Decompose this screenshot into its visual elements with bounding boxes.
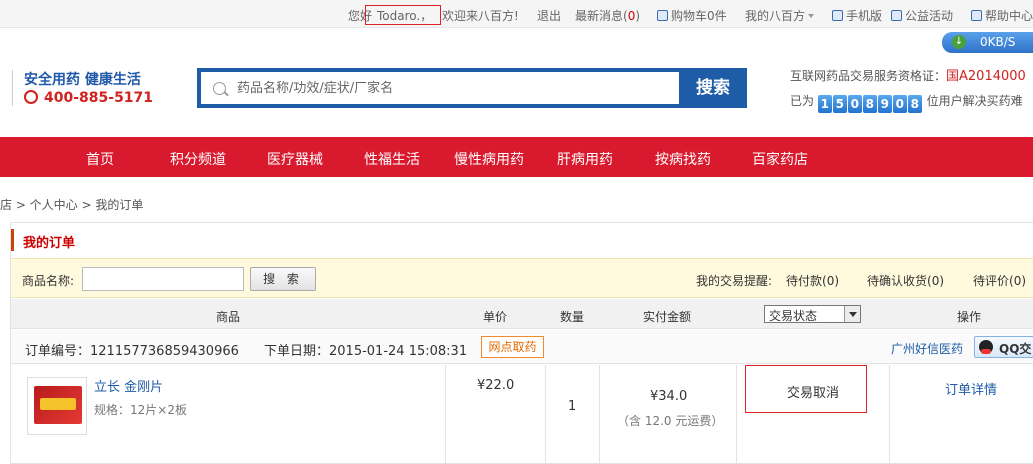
medicine-box-image bbox=[34, 386, 82, 424]
top-bar: 您好 Todaro.， 欢迎来八百方! 退出 最新消息(0) 购物车0件 我的八… bbox=[0, 0, 1033, 28]
hotline: 400-885-5171 bbox=[24, 90, 153, 106]
page-title: 我的订单 bbox=[23, 236, 76, 251]
welcome-text: 欢迎来八百方! bbox=[442, 9, 519, 23]
help-link[interactable]: 帮助中心 bbox=[971, 7, 1033, 24]
pickup-badge: 网点取药 bbox=[481, 336, 544, 358]
col-product: 商品 bbox=[216, 310, 241, 324]
col-unit-price: 单价 bbox=[483, 310, 508, 324]
reminder-label: 我的交易提醒: bbox=[696, 274, 773, 288]
my-account-menu[interactable]: 我的八百方 bbox=[745, 7, 815, 24]
charity-link[interactable]: 公益活动 bbox=[891, 7, 953, 24]
title-accent-bar bbox=[11, 229, 14, 251]
users-count-digit: 8 bbox=[907, 95, 922, 113]
users-count-digit: 8 bbox=[862, 95, 877, 113]
order-filter-bar: 商品名称: 搜 索 我的交易提醒: 待付款(0) 待确认收货(0) 待评价(0) bbox=[11, 258, 1033, 298]
username-highlight-box bbox=[365, 5, 441, 25]
shipping-note: （含 12.0 元运费） bbox=[617, 414, 724, 428]
pending-review-link[interactable]: 待评价(0) bbox=[973, 272, 1026, 289]
paid-amount: ¥34.0 bbox=[650, 389, 688, 404]
logout-link[interactable]: 退出 bbox=[537, 7, 561, 24]
pending-receipt-link[interactable]: 待确认收货(0) bbox=[867, 272, 944, 289]
users-counter: 已为 1508908 位用户解决买药难 bbox=[790, 94, 1023, 113]
network-speed-widget[interactable]: ↓ 0KB/S bbox=[942, 32, 1033, 53]
charity-icon bbox=[891, 10, 902, 21]
header-divider bbox=[12, 70, 13, 106]
order-date: 下单日期：2015-01-24 15:08:31 bbox=[264, 344, 468, 359]
users-count-digits: 1508908 bbox=[817, 95, 923, 113]
filter-search-button[interactable]: 搜 索 bbox=[250, 267, 316, 291]
qq-penguin-icon bbox=[979, 340, 993, 354]
nav-sexual-health[interactable]: 性福生活 bbox=[364, 149, 420, 169]
qq-chat-button[interactable]: QQ交 bbox=[974, 336, 1033, 358]
phone-icon bbox=[832, 10, 843, 21]
col-actions: 操作 bbox=[957, 310, 982, 324]
pending-payment-link[interactable]: 待付款(0) bbox=[786, 272, 839, 289]
nav-liver-disease[interactable]: 肝病用药 bbox=[557, 149, 613, 169]
col-paid: 实付金额 bbox=[643, 310, 692, 324]
nav-home[interactable]: 首页 bbox=[86, 149, 114, 169]
cart-link[interactable]: 购物车0件 bbox=[657, 7, 727, 24]
users-count-digit: 0 bbox=[847, 95, 862, 113]
search-button[interactable]: 搜索 bbox=[679, 68, 747, 108]
orders-panel: 我的订单 商品名称: 搜 索 我的交易提醒: 待付款(0) 待确认收货(0) 待… bbox=[10, 222, 1033, 464]
qualification-text: 互联网药品交易服务资格证：国A2014000 bbox=[790, 69, 1026, 84]
phone-icon bbox=[24, 90, 38, 104]
download-arrow-icon: ↓ bbox=[952, 35, 966, 49]
status-cancelled: 交易取消 bbox=[787, 386, 840, 401]
store-link[interactable]: 广州好信医药 bbox=[891, 340, 963, 357]
status-filter-select[interactable]: 交易状态 bbox=[764, 305, 861, 323]
users-count-digit: 1 bbox=[817, 95, 832, 113]
order-item-row: 立长 金刚片 规格：12片×2板 ¥22.0 1 ¥34.0 （含 12.0 元… bbox=[11, 365, 1033, 464]
help-icon bbox=[971, 10, 982, 21]
chevron-down-icon bbox=[808, 14, 815, 18]
order-detail-link[interactable]: 订单详情 bbox=[945, 379, 997, 398]
nav-chronic-disease[interactable]: 慢性病用药 bbox=[454, 149, 524, 169]
product-spec: 规格：12片×2板 bbox=[94, 403, 187, 417]
messages-link[interactable]: 最新消息(0) bbox=[575, 7, 640, 24]
breadcrumb: 店 > 个人中心 > 我的订单 bbox=[0, 198, 144, 212]
search-input[interactable] bbox=[237, 78, 667, 98]
order-number: 订单编号：121157736859430966 bbox=[25, 344, 239, 359]
main-nav: 首页 积分频道 医疗器械 性福生活 慢性病用药 肝病用药 按病找药 百家药店 bbox=[0, 137, 1033, 177]
users-count-digit: 5 bbox=[832, 95, 847, 113]
search-bar: 搜索 bbox=[197, 68, 747, 108]
mobile-link[interactable]: 手机版 bbox=[832, 7, 882, 24]
order-header-row: 订单编号：121157736859430966 下单日期：2015-01-24 … bbox=[11, 330, 1033, 364]
product-name-label: 商品名称: bbox=[22, 274, 75, 288]
product-thumbnail[interactable] bbox=[27, 377, 87, 435]
cart-icon bbox=[657, 10, 668, 21]
nav-pharmacies[interactable]: 百家药店 bbox=[752, 149, 808, 169]
col-quantity: 数量 bbox=[560, 310, 585, 324]
search-icon bbox=[213, 82, 226, 95]
orders-table-header: 商品 单价 数量 实付金额 交易状态 操作 bbox=[11, 299, 1033, 329]
orders-panel-title: 我的订单 bbox=[11, 223, 1033, 257]
slogan: 安全用药 健康生活 bbox=[24, 72, 141, 88]
unit-price: ¥22.0 bbox=[477, 378, 515, 393]
quantity: 1 bbox=[568, 399, 577, 414]
users-count-digit: 9 bbox=[877, 95, 892, 113]
nav-medical-devices[interactable]: 医疗器械 bbox=[267, 149, 323, 169]
chevron-down-icon bbox=[844, 306, 860, 322]
product-name-link[interactable]: 立长 金刚片 bbox=[94, 376, 163, 395]
users-count-digit: 0 bbox=[892, 95, 907, 113]
nav-find-by-disease[interactable]: 按病找药 bbox=[655, 149, 711, 169]
nav-points[interactable]: 积分频道 bbox=[170, 149, 226, 169]
product-name-input[interactable] bbox=[82, 267, 244, 291]
